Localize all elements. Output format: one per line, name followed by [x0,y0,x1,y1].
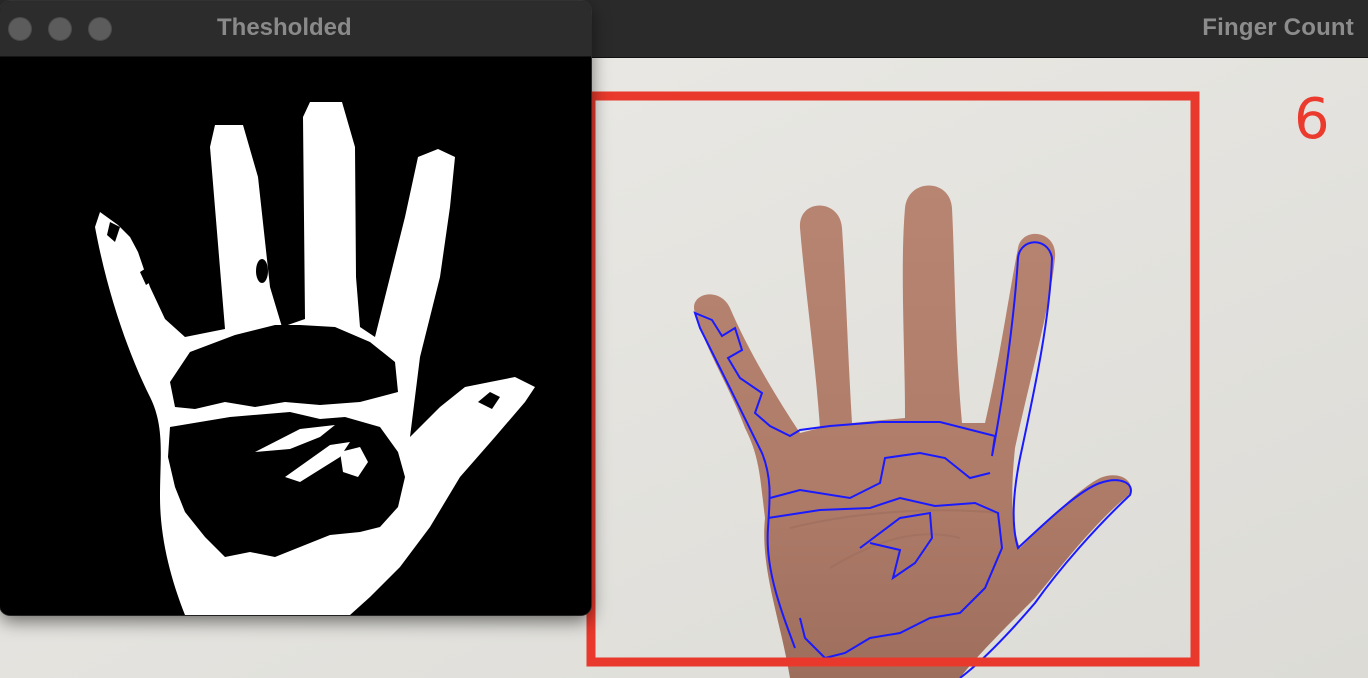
finger-count-window-title: Finger Count [1202,14,1354,41]
desktop: Finger Count 6 Thesholded [0,0,1368,678]
minimize-icon[interactable] [48,17,72,41]
threshold-mask-image [0,57,591,615]
threshold-window: Thesholded [0,1,591,615]
threshold-mask [0,57,591,615]
zoom-icon[interactable] [88,17,112,41]
close-icon[interactable] [8,17,32,41]
threshold-window-title: Thesholded [217,14,352,41]
finger-count-value: 6 [1294,87,1330,152]
threshold-titlebar[interactable]: Thesholded [0,1,591,57]
